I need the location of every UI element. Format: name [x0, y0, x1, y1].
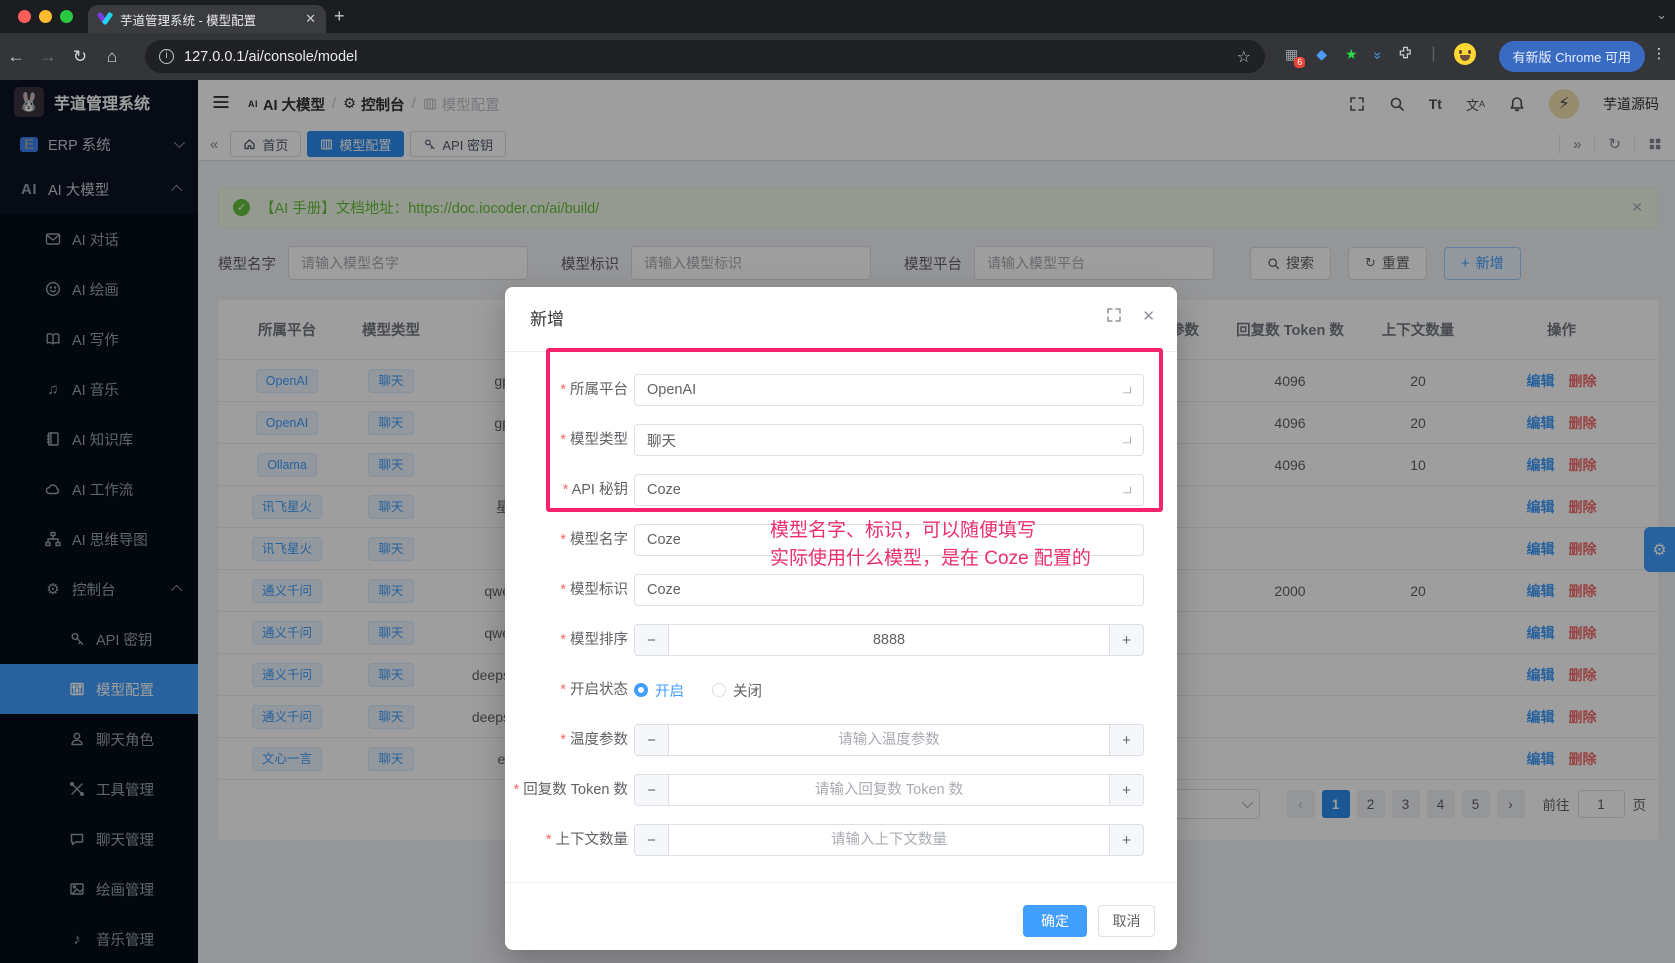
- dialog-fullscreen-icon[interactable]: [1106, 307, 1122, 328]
- radio-dot: [712, 683, 726, 697]
- profile-avatar[interactable]: [1454, 43, 1476, 65]
- type-field-label: 模型类型: [505, 424, 628, 456]
- back-button[interactable]: ←: [0, 47, 32, 67]
- chevron-down-icon: [1123, 387, 1131, 393]
- maximize-window-button[interactable]: [60, 10, 73, 23]
- extension-badge: 6: [1294, 57, 1305, 68]
- tabstrip-chevron-icon[interactable]: ⌄: [1656, 7, 1667, 23]
- cancel-button[interactable]: 取消: [1098, 905, 1155, 937]
- star-extension-icon[interactable]: ★: [1345, 46, 1358, 63]
- status-radio-group: 开启 关闭: [634, 674, 762, 706]
- increase-button[interactable]: +: [1109, 625, 1143, 655]
- apikey-field-label: API 秘钥: [505, 474, 628, 506]
- context-stepper: − +: [634, 824, 1144, 856]
- chevron-down-icon: [1123, 487, 1131, 493]
- reload-button[interactable]: ↻: [64, 47, 96, 67]
- new-tab-button[interactable]: +: [334, 6, 345, 27]
- platform-field-label: 所属平台: [505, 374, 628, 406]
- status-off-radio[interactable]: 关闭: [712, 680, 762, 701]
- app-viewport: 🐰 芋道管理系统 E ERP 系统 AI AI 大模型 AI 对话: [0, 80, 1675, 963]
- address-bar[interactable]: i 127.0.0.1/ai/console/model ☆: [145, 40, 1265, 73]
- decrease-button[interactable]: −: [635, 775, 669, 805]
- site-info-icon[interactable]: i: [159, 49, 174, 64]
- browser-menu-icon[interactable]: ⋮: [1652, 45, 1667, 62]
- home-button[interactable]: ⌂: [96, 47, 128, 67]
- tokens-input[interactable]: [669, 775, 1109, 805]
- dialog-close-icon[interactable]: ✕: [1142, 307, 1155, 328]
- apikey-select[interactable]: Coze: [634, 474, 1144, 506]
- increase-button[interactable]: +: [1109, 825, 1143, 855]
- context-field-label: 上下文数量: [505, 824, 628, 856]
- url-text[interactable]: 127.0.0.1/ai/console/model: [184, 49, 1227, 65]
- tokens-field-label: 回复数 Token 数: [505, 774, 628, 806]
- site-favicon: [98, 12, 112, 26]
- dialog-title: 新增: [530, 305, 564, 330]
- minimize-window-button[interactable]: [39, 10, 52, 23]
- temperature-stepper: − +: [634, 724, 1144, 756]
- temperature-field-label: 温度参数: [505, 724, 628, 756]
- type-select[interactable]: 聊天: [634, 424, 1144, 456]
- screen: 芋道管理系统 - 模型配置 ✕ + ⌄ ← → ↻ ⌂ i 127.0.0.1/…: [0, 0, 1675, 963]
- decrease-button[interactable]: −: [635, 725, 669, 755]
- add-model-dialog: 新增 ✕ 所属平台 OpenAI 模型类型 聊天 API 秘钥 Coze 模型名…: [505, 287, 1177, 950]
- status-on-radio[interactable]: 开启: [634, 680, 684, 701]
- ident-input[interactable]: [634, 574, 1144, 606]
- increase-button[interactable]: +: [1109, 725, 1143, 755]
- window-controls[interactable]: [18, 10, 73, 23]
- browser-tab-title: 芋道管理系统 - 模型配置: [120, 10, 297, 29]
- status-field-label: 开启状态: [505, 674, 628, 706]
- confirm-button[interactable]: 确定: [1023, 905, 1087, 937]
- radio-dot: [634, 683, 648, 697]
- forward-button[interactable]: →: [32, 47, 64, 67]
- browser-tab[interactable]: 芋道管理系统 - 模型配置 ✕: [88, 5, 326, 33]
- sort-stepper: − +: [634, 624, 1144, 656]
- chevron-down-icon: [1123, 437, 1131, 443]
- tokens-stepper: − +: [634, 774, 1144, 806]
- decrease-button[interactable]: −: [635, 825, 669, 855]
- ident-field-label: 模型标识: [505, 574, 628, 606]
- annotation-text: 模型名字、标识，可以随便填写 实际使用什么模型，是在 Coze 配置的: [770, 517, 1091, 573]
- context-input[interactable]: [669, 825, 1109, 855]
- extension-icons: ▦6 ◆ ★ » |: [1285, 43, 1476, 65]
- sort-field-label: 模型排序: [505, 624, 628, 656]
- decrease-button[interactable]: −: [635, 625, 669, 655]
- browser-tab-strip: 芋道管理系统 - 模型配置 ✕ + ⌄: [0, 0, 1675, 33]
- puzzle-extensions-icon[interactable]: [1398, 45, 1413, 63]
- gem-extension-icon[interactable]: ◆: [1316, 46, 1327, 63]
- close-window-button[interactable]: [18, 10, 31, 23]
- tab-close-icon[interactable]: ✕: [305, 11, 316, 27]
- bookmark-star-icon[interactable]: ☆: [1237, 47, 1251, 67]
- platform-select[interactable]: OpenAI: [634, 374, 1144, 406]
- name-field-label: 模型名字: [505, 524, 628, 556]
- temperature-input[interactable]: [669, 725, 1109, 755]
- extension-with-badge-icon[interactable]: ▦6: [1285, 46, 1298, 63]
- chrome-update-button[interactable]: 有新版 Chrome 可用: [1499, 41, 1645, 72]
- sort-input[interactable]: [669, 625, 1109, 655]
- increase-button[interactable]: +: [1109, 775, 1143, 805]
- chevrons-extension-icon[interactable]: »: [1370, 52, 1386, 57]
- browser-toolbar: ← → ↻ ⌂ i 127.0.0.1/ai/console/model ☆ ▦…: [0, 33, 1675, 80]
